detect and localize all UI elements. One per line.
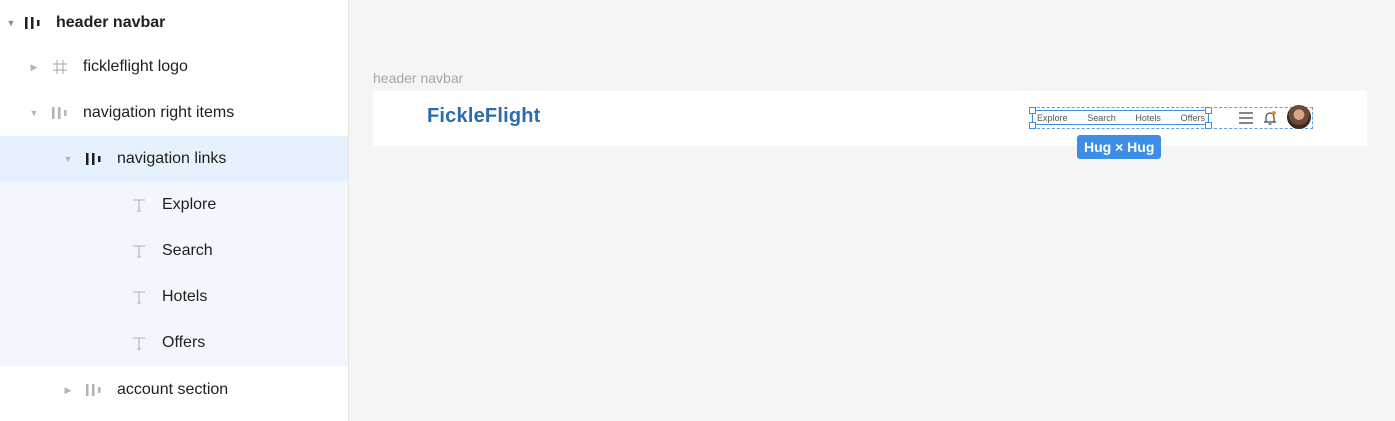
size-tag: Hug × Hug [1077,135,1162,159]
text-icon [128,196,150,214]
layer-text-offers[interactable]: Offers [0,320,348,366]
caret-down-icon[interactable]: ▼ [6,18,16,28]
text-icon [128,334,150,352]
fickleflight-logo[interactable]: FickleFlight [427,105,541,128]
layer-label: header navbar [56,14,166,31]
autolayout-icon [49,104,71,122]
frame-icon [49,58,71,76]
layer-navigation-links[interactable]: ▼ navigation links [0,136,348,182]
avatar[interactable] [1287,105,1311,129]
layer-label: Hotels [162,288,208,305]
nav-link-explore[interactable]: Explore [1037,113,1068,123]
menu-icon[interactable] [1239,112,1253,124]
layer-fickleflight-logo[interactable]: ▶ fickleflight logo [0,44,348,90]
nav-link-hotels[interactable]: Hotels [1135,113,1161,123]
header-navbar-frame[interactable]: FickleFlight Explore Search Hotels Offer… [373,91,1367,146]
autolayout-icon [83,150,105,168]
layer-header-navbar[interactable]: ▼ header navbar [0,0,348,46]
design-canvas[interactable]: header navbar FickleFlight Explore Searc… [349,0,1395,421]
caret-right-icon[interactable]: ▶ [29,62,39,73]
caret-right-icon[interactable]: ▶ [63,385,73,396]
autolayout-icon [22,14,44,32]
frame-label[interactable]: header navbar [373,70,463,86]
layer-account-section[interactable]: ▶ account section [0,367,348,413]
nav-link-offers[interactable]: Offers [1181,113,1205,123]
layer-text-hotels[interactable]: Hotels [0,274,348,320]
resize-handle[interactable] [1029,122,1036,129]
layer-text-search[interactable]: Search [0,228,348,274]
text-icon [128,288,150,306]
layer-label: Search [162,242,213,259]
nav-link-search[interactable]: Search [1087,113,1116,123]
layer-navigation-right-items[interactable]: ▼ navigation right items [0,90,348,136]
layer-label: fickleflight logo [83,58,188,75]
caret-down-icon[interactable]: ▼ [63,154,73,164]
bell-icon[interactable] [1263,110,1277,126]
autolayout-icon [83,381,105,399]
layer-label: Offers [162,334,206,351]
navigation-links[interactable]: Explore Search Hotels Offers [1032,107,1209,129]
text-icon [128,242,150,260]
layer-label: navigation links [117,150,227,167]
layer-label: Explore [162,196,217,213]
resize-handle[interactable] [1029,107,1036,114]
layers-panel: ▼ header navbar ▶ fickleflight logo ▼ na… [0,0,349,421]
layer-label: account section [117,381,229,398]
layer-label: navigation right items [83,104,235,121]
caret-down-icon[interactable]: ▼ [29,108,39,118]
layer-text-explore[interactable]: Explore [0,182,348,228]
